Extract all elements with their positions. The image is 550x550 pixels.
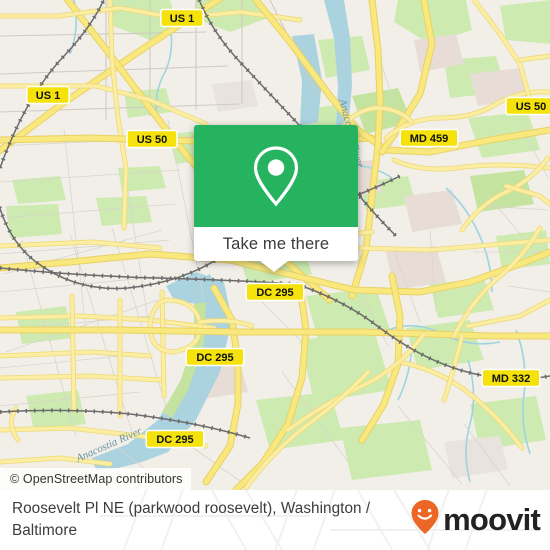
road-shield: MD 459 [399, 128, 459, 148]
road-shield: DC 295 [245, 282, 305, 302]
footer-bar: Roosevelt Pl NE (parkwood roosevelt), Wa… [0, 490, 550, 550]
callout-pointer [260, 261, 288, 272]
place-name: Roosevelt Pl NE (parkwood roosevelt), Wa… [12, 500, 371, 539]
osm-attribution[interactable]: © OpenStreetMap contributors [0, 468, 191, 490]
road-shield-label: US 50 [137, 134, 168, 146]
road-shield: US 1 [160, 8, 205, 28]
take-me-there-label: Take me there [222, 234, 330, 253]
map-pin-icon [249, 144, 303, 208]
road-shield-label: DC 295 [256, 287, 293, 299]
road-shield: US 50 [505, 96, 550, 116]
moovit-pin-icon [410, 499, 440, 540]
map-screenshot: .land{fill:#f2efe9} .green{fill:#cdebb0}… [0, 0, 550, 550]
road-shield-label: US 1 [170, 13, 194, 25]
road-shield: MD 332 [481, 368, 541, 388]
moovit-wordmark: moovit [443, 501, 541, 537]
road-shield-label: MD 332 [492, 373, 531, 385]
moovit-logo[interactable]: moovit [410, 499, 541, 540]
road-shield-label: MD 459 [410, 133, 449, 145]
road-shield: US 50 [126, 129, 178, 149]
road-shield: DC 295 [185, 347, 245, 367]
location-callout[interactable]: Take me there [194, 125, 358, 272]
road-shield: DC 295 [145, 429, 205, 449]
road-shield: US 1 [25, 85, 71, 105]
road-shield-label: DC 295 [156, 434, 193, 446]
callout-header [194, 125, 358, 227]
road-shield-label: US 1 [36, 90, 60, 102]
road-shield-label: US 50 [516, 101, 547, 113]
road-shield-label: DC 295 [196, 352, 233, 364]
take-me-there-button[interactable]: Take me there [194, 227, 358, 261]
